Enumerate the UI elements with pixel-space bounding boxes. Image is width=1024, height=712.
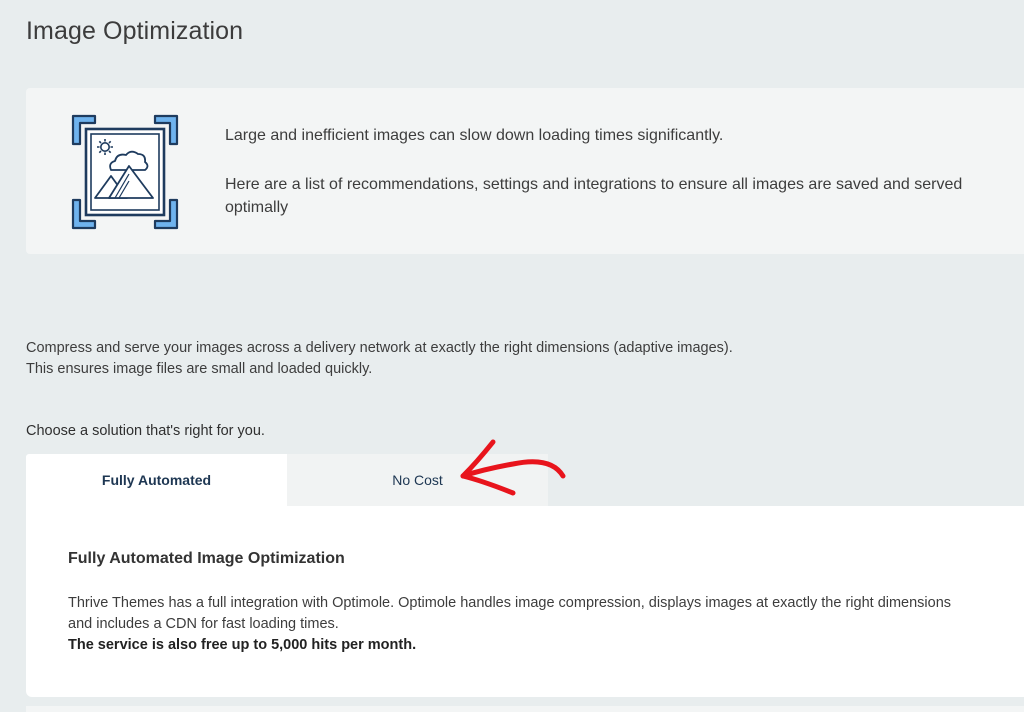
description-line-1: Compress and serve your images across a … bbox=[26, 340, 733, 356]
choose-solution-label: Choose a solution that's right for you. bbox=[26, 423, 265, 439]
image-frame-icon bbox=[71, 114, 179, 230]
panel-description: Thrive Themes has a full integration wit… bbox=[68, 595, 952, 632]
description-line-2: This ensures image files are small and l… bbox=[26, 361, 373, 377]
intro-line-1: Large and inefficient images can slow do… bbox=[225, 127, 724, 144]
annotation-arrow-icon bbox=[460, 439, 566, 496]
panel-free-note: The service is also free up to 5,000 hit… bbox=[68, 637, 417, 653]
intro-card: Large and inefficient images can slow do… bbox=[26, 88, 1024, 254]
page-title: Image Optimization bbox=[26, 17, 244, 45]
intro-text: Large and inefficient images can slow do… bbox=[225, 124, 1015, 219]
tab-fully-automated[interactable]: Fully Automated bbox=[26, 454, 287, 506]
panel-title: Fully Automated Image Optimization bbox=[68, 550, 345, 567]
description: Compress and serve your images across a … bbox=[26, 338, 1006, 380]
panel-body: Thrive Themes has a full integration wit… bbox=[68, 593, 978, 656]
intro-line-2: Here are a list of recommendations, sett… bbox=[225, 176, 963, 216]
next-card-edge bbox=[26, 706, 1024, 712]
tab-panel-fully-automated: Fully Automated Image Optimization Thriv… bbox=[26, 506, 1024, 697]
